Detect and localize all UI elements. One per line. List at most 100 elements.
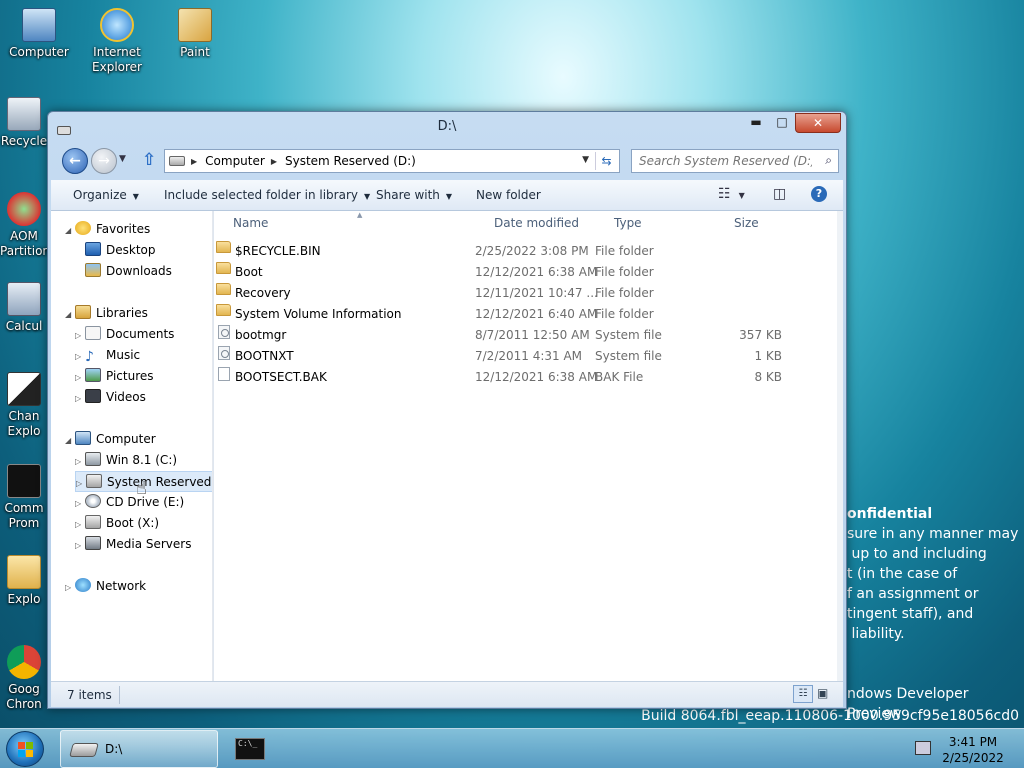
tree-item-documents[interactable]: ▷ Documents — [75, 324, 174, 345]
file-date: 7/2/2011 4:31 AM — [475, 349, 583, 363]
desktop-icon-label: Comm Prom — [4, 501, 44, 530]
tree-item-computer[interactable]: ◢ Computer — [65, 429, 156, 450]
watermark-line: tingent staff), and — [847, 606, 974, 622]
tree-item-drive-x[interactable]: ▷ Boot (X:) — [75, 513, 159, 534]
tree-item-drive-e[interactable]: ▷ CD Drive (E:) — [75, 492, 184, 513]
expand-arrow-icon[interactable]: ▷ — [75, 514, 85, 535]
title-bar[interactable]: D:\ ▬ □ ✕ — [48, 112, 846, 142]
address-bar[interactable]: ▶ Computer ▶ System Reserved (D:) ▼ ⇆ — [164, 149, 620, 173]
search-input[interactable] — [632, 150, 812, 172]
file-date: 12/11/2021 10:47 ... — [475, 286, 598, 300]
file-row[interactable]: System Volume Information 12/12/2021 6:40… — [216, 304, 802, 325]
expand-arrow-icon[interactable]: ▷ — [75, 388, 85, 409]
thumbnail-view-icon: ▣ — [817, 686, 829, 700]
preview-pane-button[interactable]: ◫ — [773, 186, 786, 202]
desktop-icon-aom-partition[interactable]: AOM Partition — [0, 192, 50, 259]
organize-menu[interactable]: Organize ▼ — [73, 188, 139, 202]
file-row[interactable]: $RECYCLE.BIN 2/25/2022 3:08 PM File folder — [216, 241, 802, 262]
desktop-icon-internet-explorer[interactable]: Internet Explorer — [78, 8, 156, 75]
file-row[interactable]: BOOTSECT.BAK 12/12/2021 6:38 AM BAK File 8 … — [218, 367, 802, 388]
tree-item-videos[interactable]: ▷ Videos — [75, 387, 146, 408]
column-header-date-modified[interactable]: Date modified — [494, 216, 579, 230]
details-view-button[interactable]: ☷ — [793, 685, 813, 703]
vertical-scrollbar[interactable] — [837, 211, 843, 681]
file-row[interactable]: BOOTNXT 7/2/2011 4:31 AM System file 1 KB — [218, 346, 802, 367]
breadcrumb-separator-icon[interactable]: ▶ — [191, 157, 197, 166]
file-row[interactable]: Boot 12/12/2021 6:38 AM File folder — [216, 262, 802, 283]
search-icon[interactable]: ⌕ — [825, 153, 832, 168]
desktop-icon-calculator[interactable]: Calcul — [0, 282, 48, 334]
column-header-type[interactable]: Type — [614, 216, 642, 230]
column-header-size[interactable]: Size — [734, 216, 759, 230]
expand-arrow-icon[interactable]: ▷ — [65, 577, 75, 598]
desktop-icon-google-chrome[interactable]: Goog Chron — [0, 645, 48, 712]
expand-arrow-icon[interactable]: ▷ — [75, 367, 85, 388]
network-icon — [75, 578, 91, 592]
tree-item-desktop[interactable]: Desktop — [85, 240, 156, 261]
collapse-arrow-icon[interactable]: ◢ — [65, 220, 75, 241]
back-button[interactable]: ← — [62, 148, 88, 174]
tree-item-libraries[interactable]: ◢ Libraries — [65, 303, 148, 324]
collapse-arrow-icon[interactable]: ◢ — [65, 430, 75, 451]
help-icon[interactable]: ? — [811, 186, 827, 202]
collapse-arrow-icon[interactable]: ◢ — [65, 304, 75, 325]
recent-locations-button[interactable]: ▼ — [119, 154, 126, 164]
expand-arrow-icon[interactable]: ▷ — [76, 473, 86, 494]
minimize-button[interactable]: ▬ — [743, 113, 769, 133]
desktop-icon-explorer[interactable]: Explo — [0, 555, 48, 607]
up-arrow-icon: ⇧ — [142, 150, 157, 170]
taskbar-explorer-button[interactable]: D:\ — [60, 730, 218, 768]
large-icons-view-button[interactable]: ▣ — [817, 686, 828, 700]
include-in-library-menu[interactable]: Include selected folder in library ▼ — [164, 188, 370, 202]
file-row[interactable]: Recovery 12/11/2021 10:47 ... File folder — [216, 283, 802, 304]
tree-item-media-servers[interactable]: ▷ Media Servers — [75, 534, 191, 555]
desktop-icon-paint[interactable]: Paint — [156, 8, 234, 60]
up-button[interactable]: ⇧ — [142, 150, 156, 170]
breadcrumb-computer[interactable]: Computer — [205, 154, 265, 168]
start-button[interactable] — [6, 731, 44, 767]
desktop-icon-computer[interactable]: Computer — [0, 8, 78, 60]
status-separator — [119, 686, 120, 704]
navigation-pane[interactable]: ◢ Favorites Desktop Downloads ◢ Libraries … — [51, 211, 213, 681]
address-dropdown-icon[interactable]: ▼ — [582, 155, 589, 165]
taskbar-command-prompt-button[interactable]: C:\_ — [222, 730, 278, 768]
folder-icon — [7, 555, 41, 589]
file-row[interactable]: bootmgr 8/7/2011 12:50 AM System file 357 K… — [218, 325, 802, 346]
expand-arrow-icon[interactable]: ▷ — [75, 325, 85, 346]
tree-item-music[interactable]: ▷ ♪ Music — [75, 345, 140, 366]
expand-arrow-icon[interactable]: ▷ — [75, 346, 85, 367]
tree-item-favorites[interactable]: ◢ Favorites — [65, 219, 150, 240]
tree-item-network[interactable]: ▷ Network — [65, 576, 146, 597]
share-with-menu[interactable]: Share with ▼ — [376, 188, 452, 202]
watermark-build: Build 8064.fbl_eeap.110806-1000.959cf95e… — [641, 708, 1019, 724]
drive-icon — [85, 515, 101, 529]
tree-item-downloads[interactable]: Downloads — [85, 261, 172, 282]
file-name: System Volume Information — [235, 307, 402, 321]
forward-arrow-icon: → — [98, 153, 110, 169]
tree-item-pictures[interactable]: ▷ Pictures — [75, 366, 154, 387]
organize-label: Organize — [73, 188, 127, 202]
change-view-button[interactable]: ☷ ▼ — [718, 186, 745, 202]
tree-item-label: Favorites — [96, 222, 151, 236]
desktop-icon-change-explorer[interactable]: Chan Explo — [0, 372, 48, 439]
desktop-icon-recycle-bin[interactable]: Recycle — [0, 97, 48, 149]
expand-arrow-icon[interactable]: ▷ — [75, 451, 85, 472]
new-folder-button[interactable]: New folder — [476, 188, 541, 202]
taskbar-clock[interactable]: 3:41 PM 2/25/2022 — [942, 734, 1004, 766]
network-tray-icon[interactable] — [915, 741, 931, 755]
expand-arrow-icon[interactable]: ▷ — [75, 493, 85, 514]
tree-item-drive-c[interactable]: ▷ Win 8.1 (C:) — [75, 450, 177, 471]
share-with-label: Share with — [376, 188, 440, 202]
column-header-name[interactable]: Name — [233, 216, 268, 230]
forward-button[interactable]: → — [91, 148, 117, 174]
file-list[interactable]: ▲ Name Date modified Type Size $RECYCLE.… — [214, 211, 843, 681]
maximize-button[interactable]: □ — [769, 113, 795, 133]
libraries-icon — [75, 305, 91, 319]
breadcrumb-separator-icon[interactable]: ▶ — [271, 157, 277, 166]
desktop-icon-command-prompt[interactable]: Comm Prom — [0, 464, 48, 531]
folder-icon — [216, 241, 231, 253]
refresh-button[interactable]: ⇆ — [595, 152, 617, 170]
close-button[interactable]: ✕ — [795, 113, 841, 133]
expand-arrow-icon[interactable]: ▷ — [75, 535, 85, 556]
breadcrumb-system-reserved[interactable]: System Reserved (D:) — [285, 154, 416, 168]
